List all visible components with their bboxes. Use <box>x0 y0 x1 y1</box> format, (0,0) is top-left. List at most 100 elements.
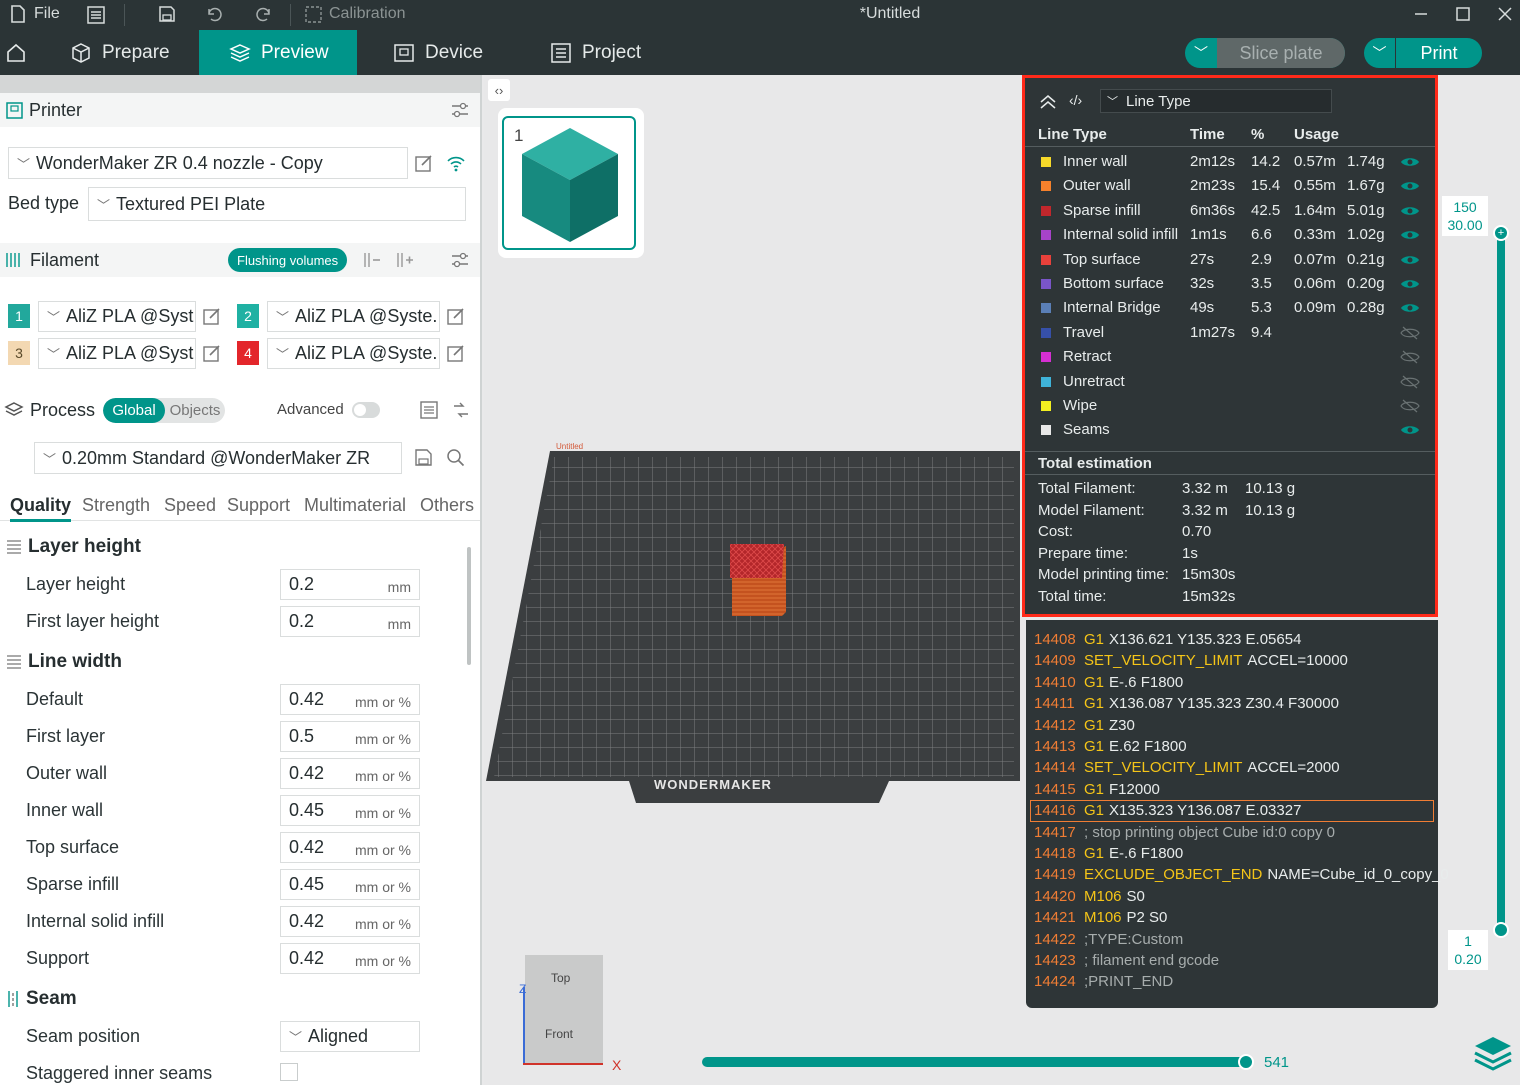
bed-type-select[interactable]: ﹀ Textured PEI Plate <box>88 187 466 221</box>
plate-thumbnail[interactable]: 1 <box>502 116 636 250</box>
printer-select[interactable]: ﹀ WonderMaker ZR 0.4 nozzle - Copy <box>8 147 408 179</box>
maximize-icon[interactable] <box>1455 6 1471 22</box>
add-filament-icon[interactable] <box>395 250 415 270</box>
tab-multimaterial[interactable]: Multimaterial <box>304 495 406 516</box>
remove-filament-icon[interactable] <box>362 250 382 270</box>
eye-icon[interactable] <box>1400 277 1420 291</box>
process-list-icon[interactable] <box>419 400 439 420</box>
gcode-line[interactable]: 14413 G1 E.62 F1800 <box>1034 736 1187 757</box>
layer-bottom-thumb[interactable] <box>1493 922 1509 938</box>
edit-printer-icon[interactable] <box>414 153 434 173</box>
eye-icon[interactable] <box>1400 423 1420 437</box>
plate-thumbnail-card[interactable]: 1 <box>498 108 644 258</box>
eye-icon[interactable] <box>1400 253 1420 267</box>
gcode-line[interactable]: 14410 G1 E-.6 F1800 <box>1034 672 1183 693</box>
search-icon[interactable] <box>446 448 466 468</box>
redo-icon[interactable] <box>255 5 273 23</box>
legend-row-seams[interactable]: Seams <box>1025 418 1435 442</box>
advanced-toggle[interactable] <box>352 402 380 418</box>
legend-row-retract[interactable]: Retract <box>1025 345 1435 369</box>
tab-strength[interactable]: Strength <box>82 495 150 516</box>
internal-solid-infill-width-input[interactable]: 0.42 mm or % <box>280 906 420 937</box>
save-icon[interactable] <box>158 5 176 23</box>
home-icon[interactable] <box>6 43 26 63</box>
print-dropdown-icon[interactable]: ﹀ <box>1364 38 1396 68</box>
filament-select-1[interactable]: ﹀ AliZ PLA @Syst... <box>38 301 196 332</box>
filament-settings-icon[interactable] <box>450 251 470 269</box>
eye-icon[interactable] <box>1400 179 1420 193</box>
legend-row-bottom-surface[interactable]: Bottom surface 32s 3.5 0.06m 0.20g <box>1025 272 1435 296</box>
legend-row-top-surface[interactable]: Top surface 27s 2.9 0.07m 0.21g <box>1025 248 1435 272</box>
eye-icon[interactable] <box>1400 204 1420 218</box>
sliced-model[interactable] <box>724 540 792 620</box>
layer-height-input[interactable]: 0.2 mm <box>280 569 420 600</box>
top-surface-width-input[interactable]: 0.42 mm or % <box>280 832 420 863</box>
legend-row-travel[interactable]: Travel 1m27s 9.4 <box>1025 321 1435 345</box>
default-width-input[interactable]: 0.42 mm or % <box>280 684 420 715</box>
eye-icon[interactable] <box>1400 228 1420 242</box>
seam-position-select[interactable]: ﹀ Aligned <box>280 1021 420 1052</box>
gcode-line[interactable]: 14420 M106 S0 <box>1034 886 1145 907</box>
legend-row-wipe[interactable]: Wipe <box>1025 394 1435 418</box>
staggered-inner-seams-checkbox[interactable] <box>280 1063 298 1081</box>
edit-filament-icon[interactable] <box>202 343 222 363</box>
tab-support[interactable]: Support <box>227 495 290 516</box>
code-view-icon[interactable]: ‹/› <box>1069 92 1082 108</box>
gcode-line[interactable]: 14415 G1 F12000 <box>1034 779 1160 800</box>
filament-select-2[interactable]: ﹀ AliZ PLA @Syste... <box>267 301 440 332</box>
printer-settings-icon[interactable] <box>450 101 470 119</box>
gcode-line[interactable]: 14408 G1 X136.621 Y135.323 E.05654 <box>1034 629 1301 650</box>
gcode-line[interactable]: 14414 SET_VELOCITY_LIMIT ACCEL=2000 <box>1034 757 1340 778</box>
eye-off-icon[interactable] <box>1400 350 1420 364</box>
print-button[interactable]: ﹀ Print <box>1364 38 1482 68</box>
gcode-line[interactable]: 14421 M106 P2 S0 <box>1034 907 1167 928</box>
calibration-menu[interactable]: Calibration <box>305 5 405 23</box>
support-width-input[interactable]: 0.42 mm or % <box>280 943 420 974</box>
move-slider-thumb[interactable] <box>1238 1054 1254 1070</box>
legend-row-unretract[interactable]: Unretract <box>1025 370 1435 394</box>
compare-icon[interactable] <box>451 400 471 420</box>
collapse-sidebar-icon[interactable]: ‹› <box>488 79 510 101</box>
global-objects-toggle[interactable]: Global Objects <box>103 398 225 423</box>
slice-dropdown-icon[interactable]: ﹀ <box>1185 43 1217 63</box>
legend-row-sparse-infill[interactable]: Sparse infill 6m36s 42.5 1.64m 5.01g <box>1025 199 1435 223</box>
tab-speed[interactable]: Speed <box>164 495 216 516</box>
gcode-line[interactable]: 14412 G1 Z30 <box>1034 715 1135 736</box>
collapse-up-icon[interactable] <box>1039 94 1057 110</box>
eye-off-icon[interactable] <box>1400 326 1420 340</box>
gcode-line[interactable]: 14423 ; filament end gcode <box>1034 950 1219 971</box>
tab-project[interactable]: Project <box>532 30 682 75</box>
edit-filament-icon[interactable] <box>202 306 222 326</box>
settings-scrollbar[interactable] <box>467 547 471 665</box>
view-type-select[interactable]: ﹀ Line Type <box>1100 89 1332 113</box>
gcode-viewer[interactable]: 14408 G1 X136.621 Y135.323 E.05654 14409 SET… <box>1026 620 1449 1008</box>
view-front-label[interactable]: Front <box>545 1027 573 1041</box>
minimize-icon[interactable] <box>1413 6 1429 22</box>
sparse-infill-width-input[interactable]: 0.45 mm or % <box>280 869 420 900</box>
menu-list-icon[interactable] <box>87 6 105 24</box>
gcode-line[interactable]: 14417 ; stop printing object Cube id:0 co… <box>1034 822 1335 843</box>
edit-filament-icon[interactable] <box>446 306 466 326</box>
filament-color-1[interactable]: 1 <box>8 304 30 328</box>
inner-wall-width-input[interactable]: 0.45 mm or % <box>280 795 420 826</box>
process-profile-select[interactable]: ﹀ 0.20mm Standard @WonderMaker ZR <box>34 442 402 474</box>
filament-color-4[interactable]: 4 <box>237 341 259 365</box>
eye-off-icon[interactable] <box>1400 375 1420 389</box>
tab-others[interactable]: Others <box>420 495 474 516</box>
gcode-line[interactable]: 14422 ;TYPE:Custom <box>1034 929 1183 950</box>
eye-icon[interactable] <box>1400 301 1420 315</box>
layer-top-thumb[interactable]: + <box>1493 225 1509 241</box>
filament-color-3[interactable]: 3 <box>8 341 30 365</box>
close-icon[interactable] <box>1497 6 1513 22</box>
flushing-volumes-button[interactable]: Flushing volumes <box>228 248 348 272</box>
slice-plate-button[interactable]: ﹀ Slice plate <box>1185 38 1345 68</box>
gcode-move-slider[interactable] <box>702 1057 1244 1067</box>
tab-device[interactable]: Device <box>375 30 525 75</box>
gcode-line[interactable]: 14411 G1 X136.087 Y135.323 Z30.4 F30000 <box>1034 693 1339 714</box>
view-top-label[interactable]: Top <box>551 971 570 985</box>
file-menu[interactable]: File <box>10 5 60 23</box>
print-bed[interactable]: WONDERMAKER Untitled <box>484 425 1034 815</box>
eye-icon[interactable] <box>1400 155 1420 169</box>
edit-filament-icon[interactable] <box>446 343 466 363</box>
legend-row-outer-wall[interactable]: Outer wall 2m23s 15.4 0.55m 1.67g <box>1025 174 1435 198</box>
